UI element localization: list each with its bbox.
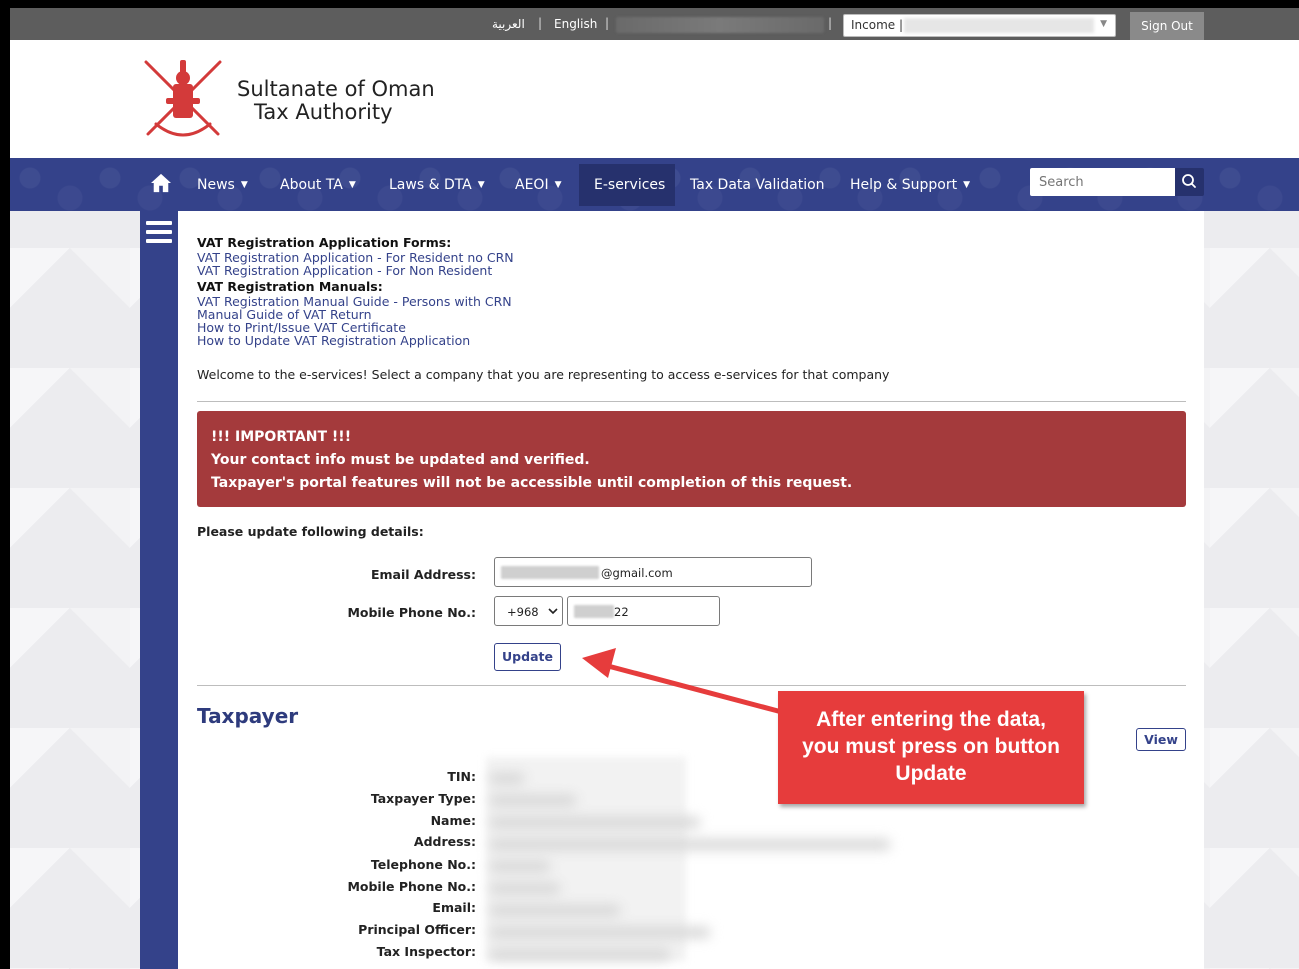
caret-down-icon: ▼ [240,180,248,190]
callout-line: After entering the data, [816,708,1046,731]
lang-arabic-link[interactable]: العربية [492,17,525,31]
redacted-email-user [501,566,599,579]
lang-english-link[interactable]: English [554,17,597,31]
mobile-number-field[interactable]: 22 [567,596,720,626]
home-icon[interactable] [150,173,172,193]
vat-manuals-title: VAT Registration Manuals: [197,279,383,294]
mobile-number-tail: 22 [614,605,629,619]
separator: | [538,16,543,30]
redacted-mobile-digits [574,605,614,618]
alert-heading: !!! IMPORTANT !!! [211,429,352,445]
hamburger-menu-icon[interactable] [146,221,172,243]
email-label: Email Address: [370,567,476,582]
search-icon [1182,174,1196,188]
caret-down-icon: ▼ [554,180,562,190]
principal-officer-label: Principal Officer: [358,922,476,937]
company-select[interactable]: Income | ▼ [843,14,1116,37]
nav-item-laws[interactable]: Laws & DTA ▼ [389,177,485,193]
callout-line: Update [895,762,967,785]
redacted-company-name [904,18,1094,33]
nav-item-label: News [197,177,235,193]
country-code-value: +968 [507,605,539,619]
search-input[interactable] [1030,168,1175,196]
top-utility-bar: العربية | English | | Income | ▼ Sign Ou… [10,8,1299,40]
link-update-vat-application[interactable]: How to Update VAT Registration Applicati… [197,333,470,348]
name-label: Name: [430,813,476,828]
email-field[interactable]: @gmail.com [494,557,812,587]
browser-viewport: العربية | English | | Income | ▼ Sign Ou… [10,8,1299,969]
important-alert: !!! IMPORTANT !!! Your contact info must… [197,411,1186,507]
separator: | [828,16,833,30]
nav-item-label: About TA [280,177,343,193]
nav-item-label: Laws & DTA [389,177,472,193]
divider [197,401,1186,402]
view-button[interactable]: View [1136,728,1186,751]
annotation-callout: After entering the data, you must press … [778,691,1084,804]
tax-inspector-label: Tax Inspector: [376,944,476,959]
separator: | [605,16,610,30]
company-select-value: Income | [851,18,904,32]
alert-line: Your contact info must be updated and ve… [211,452,590,468]
oman-emblem-icon[interactable] [138,54,228,144]
chevron-down-icon [548,608,558,615]
nav-item-aeoi[interactable]: AEOI ▼ [515,177,562,193]
nav-item-news[interactable]: News ▼ [197,177,248,193]
nav-item-label: Tax Data Validation [690,177,825,193]
sign-out-button[interactable]: Sign Out [1130,12,1204,40]
side-menu-strip [140,211,178,969]
caret-down-icon: ▼ [963,180,970,190]
welcome-message: Welcome to the e-services! Select a comp… [197,367,890,382]
brand-subtitle: Tax Authority [254,100,393,124]
taxpayer-mobile-label: Mobile Phone No.: [347,879,476,894]
caret-down-icon: ▼ [477,180,485,190]
main-content: VAT Registration Application Forms: VAT … [178,211,1204,969]
callout-line: you must press on button [802,735,1060,758]
mobile-label: Mobile Phone No.: [347,605,476,620]
taxpayer-section-title: Taxpayer [197,704,299,728]
nav-item-eservices[interactable]: E-services [594,177,665,193]
nav-item-tax-data-validation[interactable]: Tax Data Validation [690,177,825,193]
main-nav: News ▼ About TA ▼ Laws & DTA ▼ AEOI ▼ E-serv… [10,158,1299,211]
alert-line: Taxpayer's portal features will not be a… [211,475,853,491]
brand-title: Sultanate of Oman [237,77,435,101]
country-code-select[interactable]: +968 [494,596,563,626]
site-header: Sultanate of Oman Tax Authority [10,40,1299,158]
address-label: Address: [413,834,476,849]
vat-forms-title: VAT Registration Application Forms: [197,235,452,250]
nav-item-label: E-services [594,177,666,193]
chevron-down-icon: ▼ [1100,19,1107,29]
update-details-heading: Please update following details: [197,524,424,539]
update-button[interactable]: Update [494,643,561,671]
divider [197,685,1186,686]
link-vat-non-resident[interactable]: VAT Registration Application - For Non R… [197,263,492,278]
redacted-user-name [616,17,824,33]
caret-down-icon: ▼ [348,180,356,190]
tin-label: TIN: [447,769,476,784]
taxpayer-type-label: Taxpayer Type: [370,791,476,806]
telephone-label: Telephone No.: [370,857,476,872]
nav-item-label: AEOI [515,177,549,193]
nav-item-label: Help & Support [850,177,958,193]
search-button[interactable] [1175,168,1204,196]
email-domain: @gmail.com [601,566,673,580]
nav-item-help[interactable]: Help & Support ▼ [850,177,970,193]
nav-item-about[interactable]: About TA ▼ [280,177,356,193]
taxpayer-email-label: Email: [432,900,476,915]
